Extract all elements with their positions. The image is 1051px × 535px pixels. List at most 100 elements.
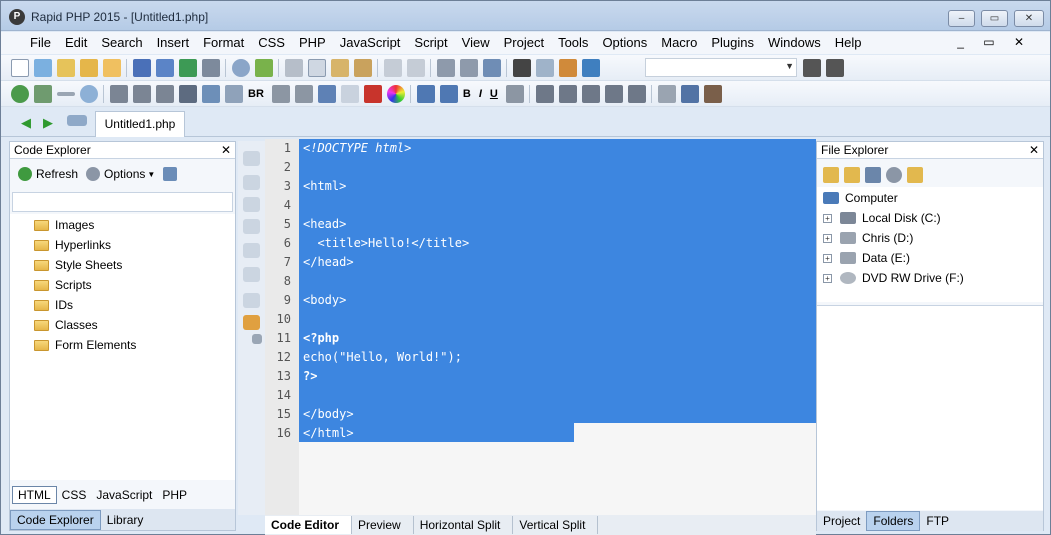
- paragraph-icon[interactable]: [110, 85, 128, 103]
- tree-item[interactable]: Form Elements: [34, 336, 136, 354]
- print-icon[interactable]: [202, 59, 220, 77]
- paste-icon[interactable]: [331, 59, 349, 77]
- folder-menu-icon[interactable]: [907, 167, 923, 183]
- chevron-down-icon[interactable]: ▼: [147, 170, 155, 179]
- redo-icon[interactable]: [407, 59, 425, 77]
- numbered-list-icon[interactable]: [156, 85, 174, 103]
- align-right-icon[interactable]: [581, 85, 600, 103]
- bookmarks-icon[interactable]: [559, 59, 577, 77]
- italic-button[interactable]: I: [479, 88, 482, 100]
- code-explorer-filter-input[interactable]: [12, 192, 233, 212]
- save-remote-icon[interactable]: [179, 59, 197, 77]
- menu-help[interactable]: Help: [828, 35, 869, 51]
- font-size-icon[interactable]: [439, 85, 458, 103]
- cut-icon[interactable]: [285, 59, 303, 77]
- underline-button[interactable]: U: [490, 88, 498, 100]
- undo-icon[interactable]: [384, 59, 402, 77]
- menu-css[interactable]: CSS: [251, 35, 292, 51]
- close-icon[interactable]: ✕: [1029, 142, 1039, 158]
- collapse-all-icon[interactable]: [243, 197, 260, 212]
- hr-icon[interactable]: [57, 92, 75, 96]
- expand-icon[interactable]: +: [823, 233, 832, 243]
- preview-search-icon[interactable]: [232, 59, 250, 77]
- menu-plugins[interactable]: Plugins: [704, 35, 761, 51]
- find-prev-icon[interactable]: [826, 59, 844, 77]
- tab-code-editor[interactable]: Code Editor: [265, 516, 352, 534]
- menu-javascript[interactable]: JavaScript: [333, 35, 408, 51]
- open-folder-icon[interactable]: [823, 167, 839, 183]
- paste-special-icon[interactable]: [354, 59, 372, 77]
- expand-icon[interactable]: +: [823, 253, 832, 263]
- mdi-window-controls[interactable]: _ ▭ ✕: [957, 35, 1032, 49]
- chevron-down-icon[interactable]: ▼: [785, 61, 794, 71]
- validate-icon[interactable]: [255, 59, 273, 77]
- save-all-icon[interactable]: [156, 59, 174, 77]
- search-combo[interactable]: ▼: [645, 58, 797, 77]
- image-icon[interactable]: [34, 85, 52, 103]
- refresh-icon[interactable]: [18, 167, 32, 181]
- bookmark-icon[interactable]: [243, 243, 260, 258]
- tree-item[interactable]: Hyperlinks: [34, 236, 111, 254]
- menu-view[interactable]: View: [455, 35, 497, 51]
- close-icon[interactable]: ✕: [221, 142, 231, 158]
- copy-icon[interactable]: [308, 59, 326, 77]
- menu-windows[interactable]: Windows: [761, 35, 828, 51]
- expand-icon[interactable]: [243, 175, 260, 190]
- globe-icon[interactable]: [11, 85, 29, 103]
- bullet-list-icon[interactable]: [133, 85, 151, 103]
- menu-macro[interactable]: Macro: [654, 35, 704, 51]
- menu-project[interactable]: Project: [497, 35, 551, 51]
- spell-check-icon[interactable]: [536, 59, 554, 77]
- block-select-icon[interactable]: [243, 267, 260, 282]
- tree-item[interactable]: Scripts: [34, 276, 92, 294]
- binoculars-icon[interactable]: [513, 59, 531, 77]
- tab-ftp[interactable]: FTP: [920, 512, 955, 530]
- color-wheel-icon[interactable]: [386, 85, 405, 103]
- line-break-button[interactable]: BR: [248, 88, 264, 100]
- shape-icon[interactable]: [340, 85, 359, 103]
- align-left-icon[interactable]: [535, 85, 554, 103]
- tab-library[interactable]: Library: [101, 511, 150, 529]
- minimize-button[interactable]: –: [948, 10, 975, 27]
- tab-css[interactable]: CSS: [57, 487, 92, 503]
- layout-icon[interactable]: [483, 59, 501, 77]
- expand-all-icon[interactable]: [243, 219, 260, 234]
- menu-php[interactable]: PHP: [292, 35, 333, 51]
- block-icon[interactable]: [657, 85, 676, 103]
- line-spacing-icon[interactable]: [627, 85, 646, 103]
- menu-edit[interactable]: Edit: [58, 35, 94, 51]
- tree-item-drive[interactable]: + Data (E:): [823, 249, 910, 267]
- new-file-icon[interactable]: [11, 59, 29, 77]
- expand-icon[interactable]: +: [823, 273, 832, 283]
- tab-vertical-split[interactable]: Vertical Split: [513, 516, 599, 534]
- more-arrow-icon[interactable]: [252, 334, 262, 344]
- form-icon[interactable]: [225, 85, 243, 103]
- tree-item-drive[interactable]: + Chris (D:): [823, 229, 913, 247]
- tree-item[interactable]: Images: [34, 216, 94, 234]
- tree-item-drive[interactable]: + Local Disk (C:): [823, 209, 941, 227]
- view-mode-icon[interactable]: [865, 167, 881, 183]
- heading-icon[interactable]: [179, 85, 197, 103]
- tree-item-computer[interactable]: Computer: [823, 189, 898, 207]
- forward-arrow-icon[interactable]: ▶: [43, 115, 53, 131]
- options-button[interactable]: Options: [104, 167, 145, 181]
- goto-icon[interactable]: [582, 59, 600, 77]
- special-char-icon[interactable]: [294, 85, 313, 103]
- tree-item-drive[interactable]: + DVD RW Drive (F:): [823, 269, 964, 287]
- paint-icon[interactable]: [703, 85, 722, 103]
- tree-item[interactable]: IDs: [34, 296, 73, 314]
- wrap-icon[interactable]: [243, 293, 260, 308]
- collapse-icon[interactable]: [243, 151, 260, 166]
- tab-code-explorer[interactable]: Code Explorer: [10, 509, 101, 530]
- non-breaking-space-icon[interactable]: [271, 85, 290, 103]
- drive-icon[interactable]: [67, 115, 87, 126]
- tab-html[interactable]: HTML: [12, 486, 57, 504]
- back-arrow-icon[interactable]: ◀: [21, 115, 31, 131]
- comment-icon[interactable]: [243, 315, 260, 330]
- gear-icon[interactable]: [86, 167, 101, 181]
- menu-search[interactable]: Search: [94, 35, 149, 51]
- align-center-icon[interactable]: [558, 85, 577, 103]
- sort-icon[interactable]: [163, 167, 178, 181]
- menu-insert[interactable]: Insert: [150, 35, 197, 51]
- open-template-icon[interactable]: [34, 59, 52, 77]
